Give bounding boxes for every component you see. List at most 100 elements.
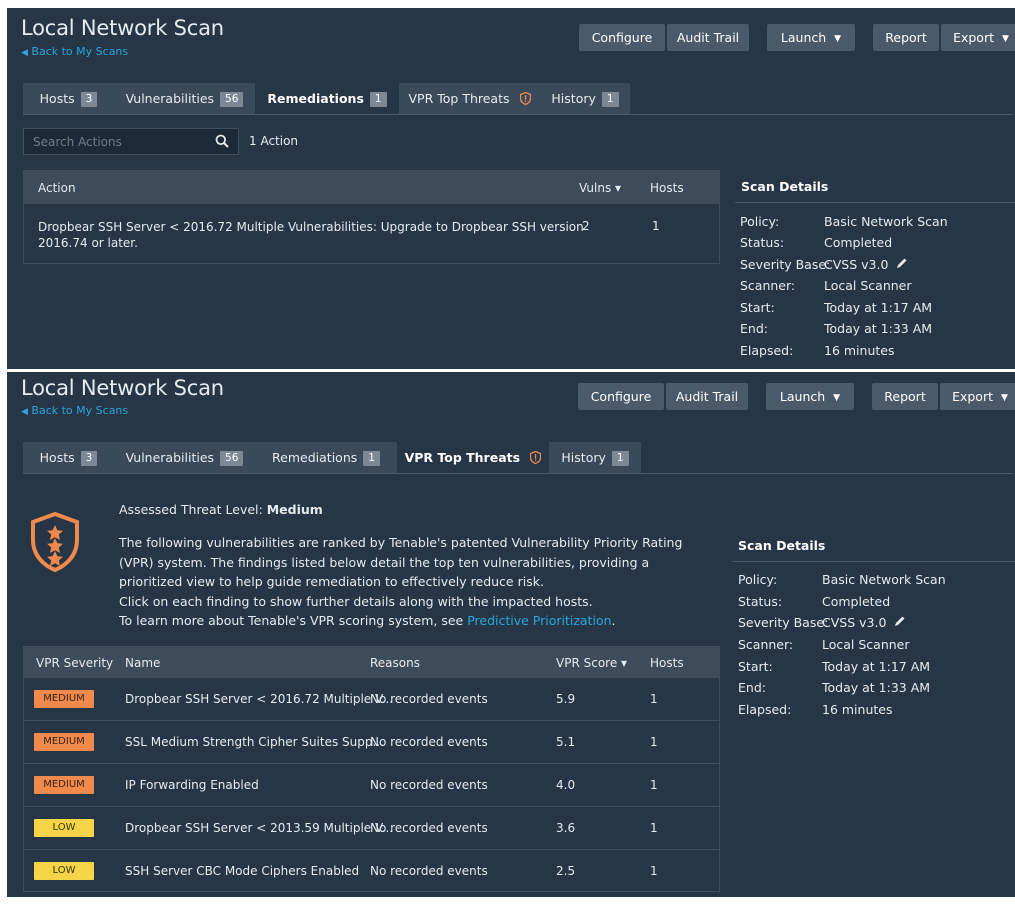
remediations-panel: Local Network Scan ◀ Back to My Scans Co… <box>7 8 1015 369</box>
audit-trail-button[interactable]: Audit Trail <box>667 24 749 51</box>
table-row[interactable]: MEDIUM Dropbear SSH Server < 2016.72 Mul… <box>24 679 719 721</box>
hosts-cell: 1 <box>652 219 660 233</box>
column-header-hosts[interactable]: Hosts <box>650 181 684 195</box>
detail-label: Elapsed: <box>738 702 792 717</box>
pencil-edit-icon[interactable] <box>896 257 908 272</box>
vulns-cell: 2 <box>582 219 590 233</box>
column-header-vpr-severity[interactable]: VPR Severity <box>36 656 113 670</box>
severity-badge-medium: MEDIUM <box>34 733 94 751</box>
export-button[interactable]: Export ▼ <box>940 383 1015 410</box>
vpr-description: The following vulnerabilities are ranked… <box>119 535 683 628</box>
vpr-score-cell: 5.9 <box>556 692 576 706</box>
detail-label: Scanner: <box>740 278 796 293</box>
configure-button[interactable]: Configure <box>579 24 665 51</box>
detail-label: Scanner: <box>738 637 794 652</box>
table-row[interactable]: Dropbear SSH Server < 2016.72 Multiple V… <box>24 205 719 263</box>
tab-history[interactable]: History 1 <box>549 442 641 473</box>
reasons-cell: No recorded events <box>370 778 488 792</box>
detail-value: CVSS v3.0 <box>822 615 887 630</box>
threat-level-value: Medium <box>266 502 323 517</box>
tab-hosts[interactable]: Hosts 3 <box>23 83 114 114</box>
tab-vulnerabilities[interactable]: Vulnerabilities 56 <box>114 83 255 114</box>
export-button[interactable]: Export ▼ <box>941 24 1015 51</box>
detail-label: End: <box>738 680 766 695</box>
predictive-prioritization-link[interactable]: Predictive Prioritization <box>467 613 611 628</box>
detail-label: End: <box>740 321 768 336</box>
launch-button[interactable]: Launch ▼ <box>767 24 855 51</box>
tab-bar: Hosts 3 Vulnerabilities 56 Remediations 1 V… <box>23 442 643 473</box>
detail-value: 16 minutes <box>822 702 893 717</box>
hosts-cell: 1 <box>650 692 658 706</box>
vpr-score-cell: 4.0 <box>556 778 576 792</box>
detail-value: Today at 1:33 AM <box>822 680 931 695</box>
report-button[interactable]: Report <box>873 24 939 51</box>
tab-vpr-top-threats[interactable]: VPR Top Threats <box>399 83 540 114</box>
column-header-reasons[interactable]: Reasons <box>370 656 420 670</box>
severity-badge-medium: MEDIUM <box>34 690 94 708</box>
audit-trail-button[interactable]: Audit Trail <box>666 383 748 410</box>
back-to-scans-link[interactable]: ◀ Back to My Scans <box>21 404 128 417</box>
detail-label: Policy: <box>738 572 778 587</box>
tab-vulnerabilities[interactable]: Vulnerabilities 56 <box>114 442 255 473</box>
detail-value: Local Scanner <box>824 278 912 293</box>
table-row[interactable]: MEDIUM IP Forwarding Enabled No recorded… <box>24 765 719 807</box>
detail-value: Today at 1:33 AM <box>824 321 933 336</box>
caret-down-icon: ▼ <box>1002 34 1009 44</box>
pencil-edit-icon[interactable] <box>894 615 906 630</box>
scan-details-title: Scan Details <box>741 179 829 194</box>
tab-remediations[interactable]: Remediations 1 <box>255 83 399 114</box>
back-to-scans-link[interactable]: ◀ Back to My Scans <box>21 45 128 58</box>
detail-label: Start: <box>740 300 775 315</box>
reasons-cell: No recorded events <box>370 692 488 706</box>
vuln-name-cell: SSL Medium Strength Cipher Suites Supp..… <box>125 735 384 749</box>
vpr-threats-table: VPR Severity Name Reasons VPR Score ▾ Ho… <box>23 646 720 892</box>
column-header-vpr-score[interactable]: VPR Score ▾ <box>556 656 627 670</box>
column-header-hosts[interactable]: Hosts <box>650 656 684 670</box>
tab-history[interactable]: History 1 <box>540 83 630 114</box>
column-header-name[interactable]: Name <box>125 656 160 670</box>
detail-value: CVSS v3.0 <box>824 257 889 272</box>
detail-label: Status: <box>740 235 785 250</box>
shield-icon <box>530 444 542 475</box>
detail-value: Basic Network Scan <box>822 572 946 587</box>
table-row[interactable]: LOW Dropbear SSH Server < 2013.59 Multip… <box>24 808 719 850</box>
configure-button[interactable]: Configure <box>578 383 664 410</box>
detail-value: Today at 1:17 AM <box>824 300 933 315</box>
detail-value: Local Scanner <box>822 637 910 652</box>
shield-icon <box>519 85 531 116</box>
reasons-cell: No recorded events <box>370 735 488 749</box>
hosts-cell: 1 <box>650 778 658 792</box>
vpr-top-threats-panel: Local Network Scan ◀ Back to My Scans Co… <box>7 372 1015 897</box>
table-header: Action Vulns ▾ Hosts <box>24 171 719 204</box>
detail-label: Severity Base: <box>738 615 829 630</box>
table-row[interactable]: MEDIUM SSL Medium Strength Cipher Suites… <box>24 722 719 764</box>
vuln-name-cell: SSH Server CBC Mode Ciphers Enabled <box>125 864 360 878</box>
search-actions-input[interactable]: Search Actions <box>23 128 239 155</box>
vpr-score-cell: 5.1 <box>556 735 576 749</box>
caret-down-icon: ▼ <box>834 34 842 44</box>
hosts-cell: 1 <box>650 864 658 878</box>
tab-hosts[interactable]: Hosts 3 <box>23 442 114 473</box>
detail-label: Elapsed: <box>740 343 794 358</box>
vpr-score-cell: 3.6 <box>556 821 576 835</box>
tab-vpr-top-threats[interactable]: VPR Top Threats <box>397 442 549 473</box>
column-header-action[interactable]: Action <box>38 181 76 195</box>
severity-badge-low: LOW <box>34 819 94 837</box>
chevron-left-icon: ◀ <box>21 48 28 58</box>
chevron-left-icon: ◀ <box>21 407 28 417</box>
report-button[interactable]: Report <box>872 383 938 410</box>
severity-badge-low: LOW <box>34 862 94 880</box>
severity-badge-medium: MEDIUM <box>34 776 94 794</box>
detail-value: Completed <box>822 594 891 609</box>
vuln-name-cell: IP Forwarding Enabled <box>125 778 259 792</box>
tab-bar: Hosts 3 Vulnerabilities 56 Remediations 1 V… <box>23 83 643 114</box>
caret-down-icon: ▼ <box>833 393 841 403</box>
tab-remediations[interactable]: Remediations 1 <box>255 442 397 473</box>
column-header-vulns[interactable]: Vulns ▾ <box>579 181 621 195</box>
threat-level-text: Assessed Threat Level: Medium <box>119 502 323 517</box>
table-row[interactable]: LOW SSH Server CBC Mode Ciphers Enabled … <box>24 851 719 891</box>
tab-divider <box>23 473 1013 474</box>
tab-divider <box>23 114 1013 115</box>
reasons-cell: No recorded events <box>370 864 488 878</box>
launch-button[interactable]: Launch ▼ <box>766 383 854 410</box>
